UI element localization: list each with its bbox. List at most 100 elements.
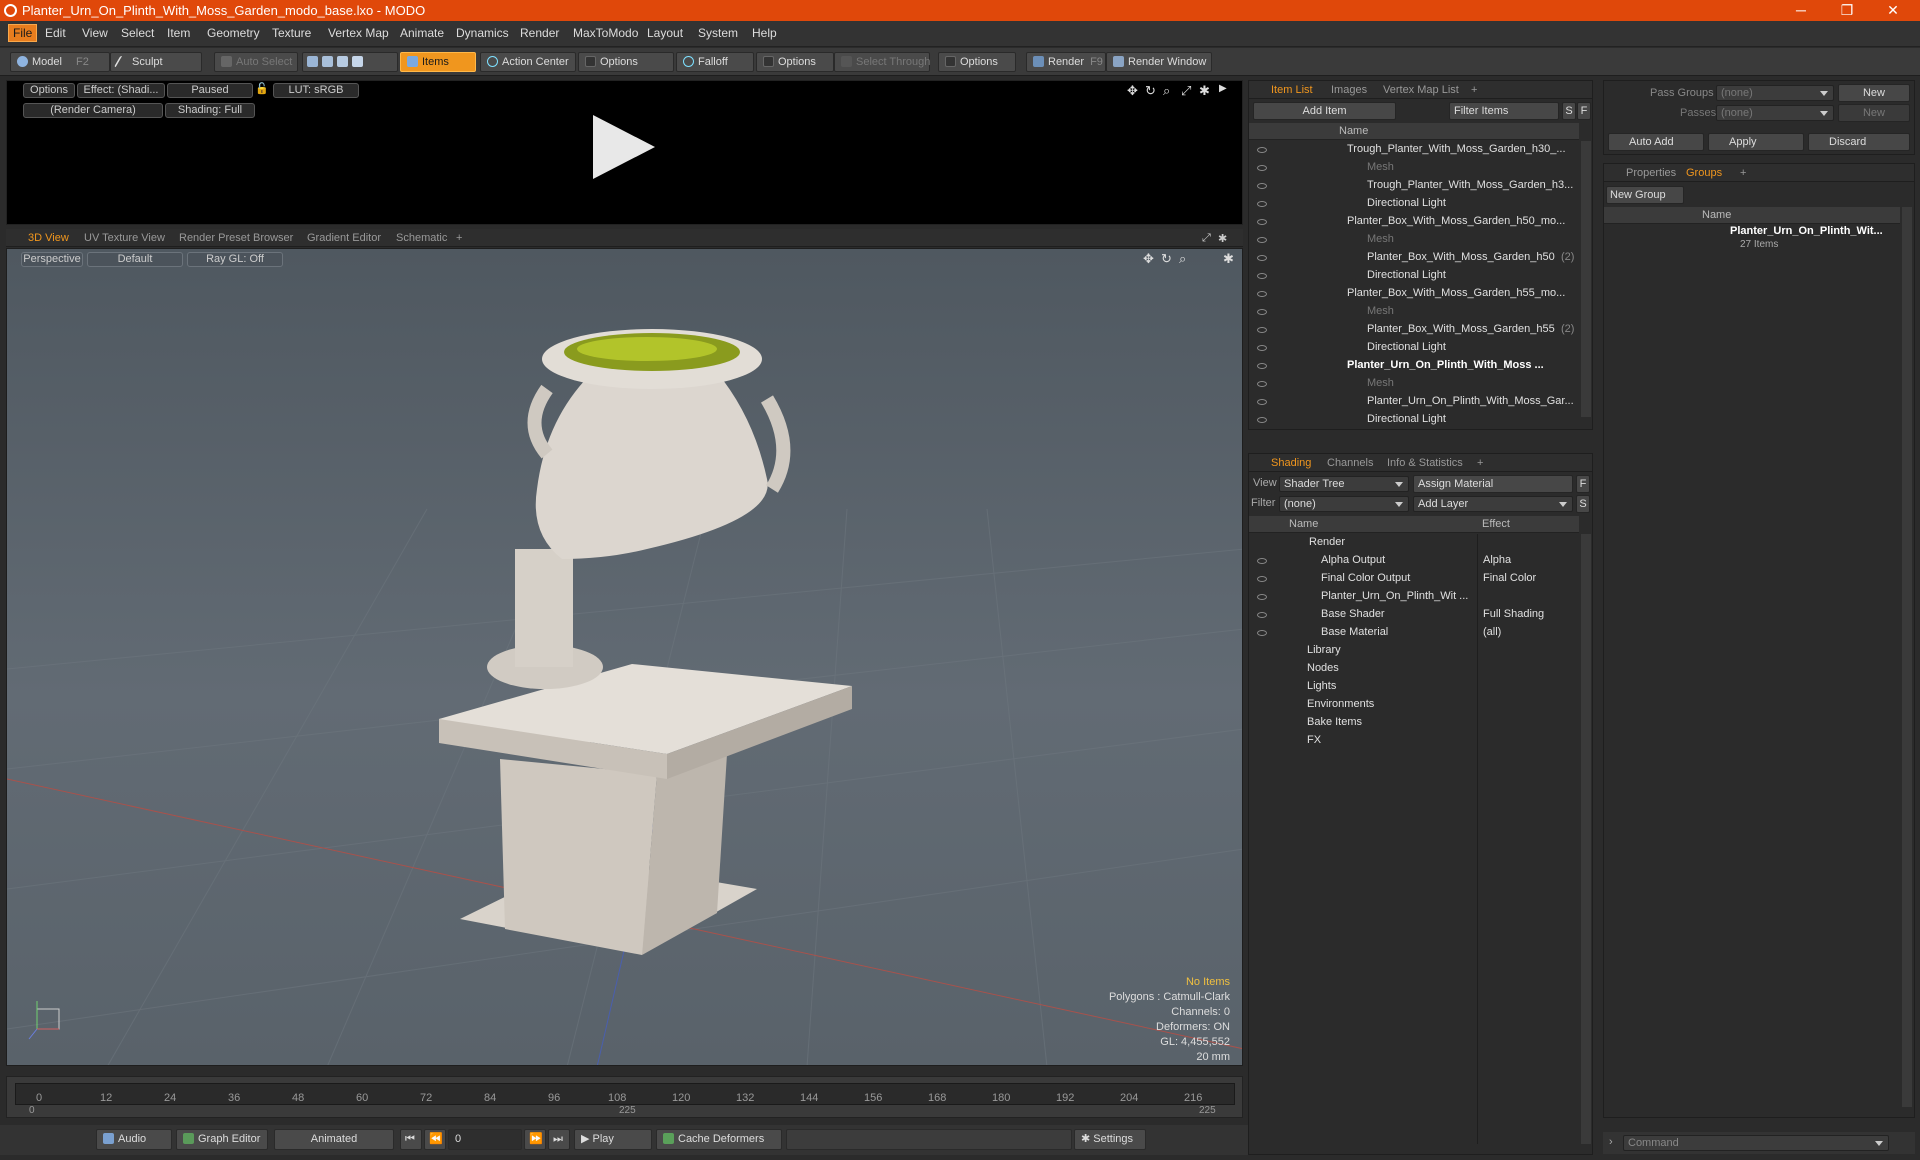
- item-list-row[interactable]: Planter_Box_With_Moss_Garden_h50_mo...: [1249, 213, 1579, 231]
- shader-tree-row[interactable]: Lights: [1249, 678, 1579, 696]
- item-list-row[interactable]: Planter_Urn_On_Plinth_With_Moss ...: [1249, 357, 1579, 375]
- menu-render[interactable]: Render: [520, 26, 559, 40]
- shader-tree-row[interactable]: Render: [1249, 534, 1579, 552]
- filter-dropdown[interactable]: (none): [1279, 496, 1409, 512]
- raygl-toggle[interactable]: Ray GL: Off: [187, 252, 283, 267]
- add-tab-button[interactable]: +: [456, 232, 462, 244]
- tab-schematic[interactable]: Schematic: [396, 232, 447, 244]
- lut-dropdown[interactable]: LUT: sRGB: [273, 83, 359, 98]
- default-style-dropdown[interactable]: Default: [87, 252, 183, 267]
- menu-layout[interactable]: Layout: [647, 26, 683, 40]
- settings-gear-icon[interactable]: ✱: [1199, 83, 1210, 99]
- sculpt-mode-button[interactable]: Sculpt: [110, 52, 202, 72]
- menu-vertex-map[interactable]: Vertex Map: [328, 26, 389, 40]
- visibility-eye-icon[interactable]: [1257, 291, 1267, 297]
- shader-tree-row[interactable]: Bake Items: [1249, 714, 1579, 732]
- pass-groups-dropdown[interactable]: (none): [1716, 85, 1834, 101]
- item-list-row[interactable]: Mesh: [1249, 159, 1579, 177]
- item-list-row[interactable]: Directional Light: [1249, 195, 1579, 213]
- falloff-options-button[interactable]: Options: [756, 52, 834, 72]
- visibility-eye-icon[interactable]: [1257, 165, 1267, 171]
- groups-scrollbar[interactable]: [1902, 207, 1912, 1107]
- item-list-row[interactable]: Planter_Urn_On_Plinth_With_Moss_Gar...: [1249, 393, 1579, 411]
- visibility-eye-icon[interactable]: [1257, 255, 1267, 261]
- command-input[interactable]: Command: [1623, 1135, 1889, 1151]
- maximize-icon[interactable]: ⤢: [1181, 83, 1191, 99]
- effect-dropdown[interactable]: Full Shading: [1483, 608, 1544, 620]
- tab-groups[interactable]: Groups: [1686, 167, 1722, 179]
- add-tab-button[interactable]: +: [1471, 84, 1477, 96]
- items-mode-button[interactable]: Items: [400, 52, 476, 72]
- visibility-eye-icon[interactable]: [1257, 183, 1267, 189]
- visibility-eye-icon[interactable]: [1257, 594, 1267, 600]
- rotate-icon[interactable]: ↻: [1161, 251, 1172, 267]
- add-tab-button[interactable]: +: [1477, 457, 1483, 469]
- camera-dropdown[interactable]: (Render Camera): [23, 103, 163, 118]
- s-button[interactable]: S: [1562, 102, 1576, 120]
- last-frame-button[interactable]: ⏭: [548, 1129, 570, 1150]
- menu-animate[interactable]: Animate: [400, 26, 444, 40]
- item-list-row[interactable]: Directional Light: [1249, 339, 1579, 357]
- shader-tree-dropdown[interactable]: Shader Tree: [1279, 476, 1409, 492]
- menu-file[interactable]: File: [8, 24, 38, 42]
- preview-options-button[interactable]: Options: [23, 83, 75, 98]
- filter-items-input[interactable]: Filter Items: [1449, 102, 1559, 120]
- model-mode-button[interactable]: Model F2: [10, 52, 110, 72]
- key-tools-group[interactable]: [786, 1129, 1072, 1150]
- move-icon[interactable]: ✥: [1127, 83, 1138, 99]
- maximize-icon[interactable]: ⤢: [1202, 232, 1211, 245]
- item-list-row[interactable]: Directional Light: [1249, 267, 1579, 285]
- visibility-eye-icon[interactable]: [1257, 417, 1267, 423]
- assign-material-button[interactable]: Assign Material: [1413, 475, 1573, 493]
- add-tab-button[interactable]: +: [1740, 167, 1746, 179]
- menu-dynamics[interactable]: Dynamics: [456, 26, 509, 40]
- timeline-ruler[interactable]: 0 12 24 36 48 60 72 84 96 108 120 132 14…: [15, 1083, 1235, 1105]
- passes-dropdown[interactable]: (none): [1716, 105, 1834, 121]
- menu-item[interactable]: Item: [167, 26, 190, 40]
- visibility-eye-icon[interactable]: [1257, 381, 1267, 387]
- visibility-eye-icon[interactable]: [1257, 309, 1267, 315]
- zoom-icon[interactable]: ⌕: [1163, 83, 1170, 99]
- shading-dropdown[interactable]: Shading: Full: [165, 103, 255, 118]
- audio-button[interactable]: Audio: [96, 1129, 172, 1150]
- menu-system[interactable]: System: [698, 26, 738, 40]
- item-list-row[interactable]: Mesh: [1249, 231, 1579, 249]
- item-list-row[interactable]: Trough_Planter_With_Moss_Garden_h3...: [1249, 177, 1579, 195]
- visibility-eye-icon[interactable]: [1257, 630, 1267, 636]
- visibility-eye-icon[interactable]: [1257, 363, 1267, 369]
- settings-button[interactable]: ✱ Settings: [1074, 1129, 1146, 1150]
- falloff-button[interactable]: Falloff: [676, 52, 754, 72]
- tab-gradient-editor[interactable]: Gradient Editor: [307, 232, 381, 244]
- menu-select[interactable]: Select: [121, 26, 154, 40]
- materials-icon[interactable]: [352, 56, 363, 67]
- item-list-row[interactable]: Planter_Box_With_Moss_Garden_h55 (2): [1249, 321, 1579, 339]
- shader-tree-scrollbar[interactable]: [1581, 534, 1591, 1144]
- play-button[interactable]: ▶ Play: [574, 1129, 652, 1150]
- s-button[interactable]: S: [1576, 495, 1590, 513]
- shader-tree-row[interactable]: Library: [1249, 642, 1579, 660]
- menu-texture[interactable]: Texture: [272, 26, 311, 40]
- next-frame-button[interactable]: ⏩: [524, 1129, 546, 1150]
- item-list-row[interactable]: Planter_Box_With_Moss_Garden_h50 (2): [1249, 249, 1579, 267]
- auto-add-button[interactable]: Auto Add: [1608, 133, 1704, 151]
- shader-tree-row[interactable]: Base Shader Full Shading: [1249, 606, 1579, 624]
- menu-geometry[interactable]: Geometry: [207, 26, 260, 40]
- new-group-button[interactable]: New Group: [1606, 186, 1684, 204]
- planter-urn-model[interactable]: [439, 329, 852, 955]
- select-through-button[interactable]: Select Through: [834, 52, 930, 72]
- item-list-row[interactable]: Directional Light: [1249, 411, 1579, 429]
- item-list-row[interactable]: Mesh: [1249, 375, 1579, 393]
- prev-frame-button[interactable]: ⏪: [424, 1129, 446, 1150]
- tab-properties[interactable]: Properties: [1626, 167, 1676, 179]
- f-button[interactable]: F: [1577, 102, 1591, 120]
- paused-toggle[interactable]: Paused: [167, 83, 253, 98]
- visibility-eye-icon[interactable]: [1257, 345, 1267, 351]
- effect-dropdown[interactable]: Alpha: [1483, 554, 1511, 566]
- zoom-icon[interactable]: ⌕: [1179, 251, 1186, 267]
- visibility-eye-icon[interactable]: [1257, 612, 1267, 618]
- shader-tree-row[interactable]: Final Color Output Final Color: [1249, 570, 1579, 588]
- visibility-eye-icon[interactable]: [1257, 399, 1267, 405]
- edges-icon[interactable]: [322, 56, 333, 67]
- tab-vertex-map-list[interactable]: Vertex Map List: [1383, 84, 1459, 96]
- render-button[interactable]: Render F9: [1026, 52, 1106, 72]
